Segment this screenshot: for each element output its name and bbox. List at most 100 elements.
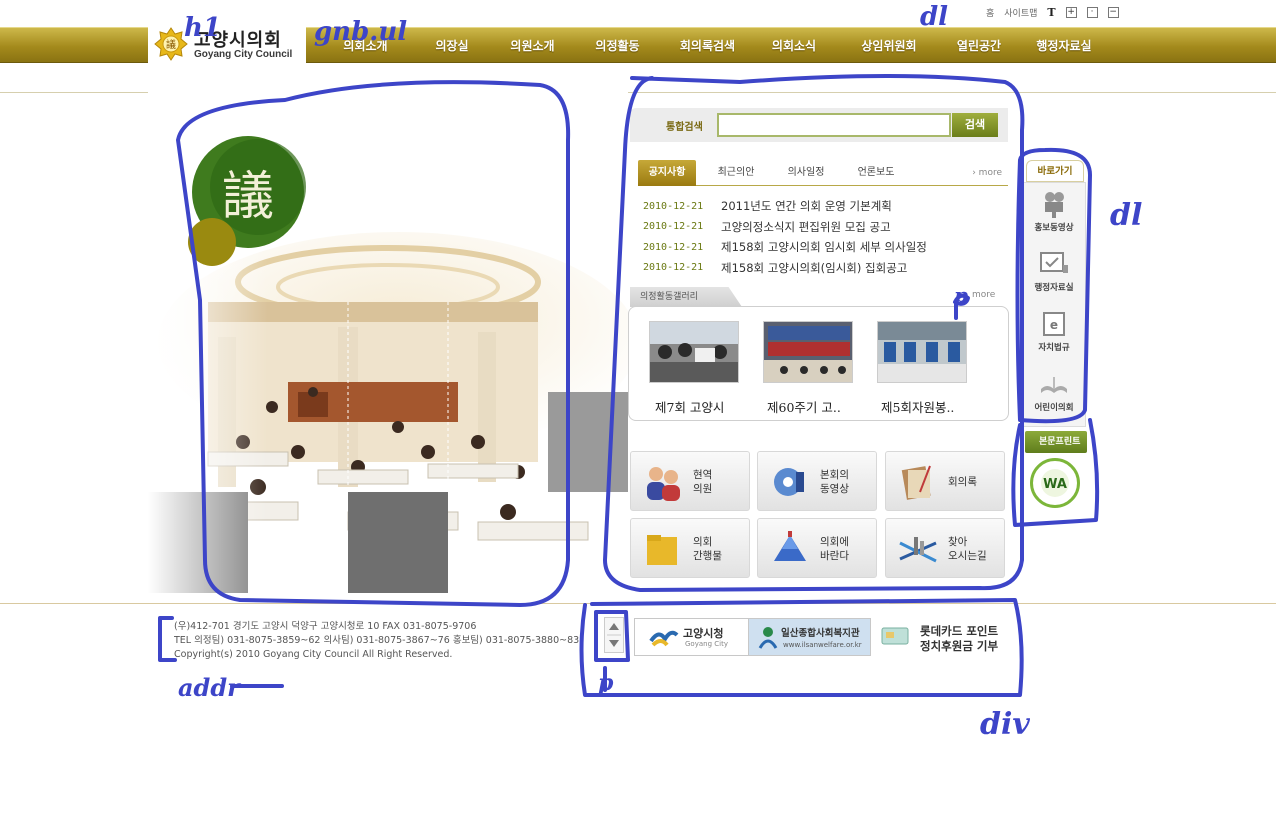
tab-bills[interactable]: 최근의안 <box>706 160 766 186</box>
logo[interactable]: 議 고양시의회 Goyang City Council <box>148 22 306 66</box>
notice-title[interactable]: 제158회 고양시의회 임시회 세부 의사일정 <box>721 239 927 255</box>
quick-button-label: 의회 간행물 <box>693 536 722 562</box>
list-item[interactable]: 2010-12-21 제158회 고양시의회 임시회 세부 의사일정 <box>643 237 1008 258</box>
side-item-kids-council[interactable]: 어린이의회 <box>1023 365 1085 425</box>
annotation-label: dl <box>1110 198 1142 233</box>
quick-button-video[interactable]: 본회의 동영상 <box>757 451 877 511</box>
list-item[interactable]: 2010-12-21 2011년도 연간 의회 운영 기본계획 <box>643 196 1008 217</box>
seal-icon: 議 <box>154 27 188 61</box>
notice-date: 2010-12-21 <box>643 200 704 212</box>
banner-scroll <box>604 617 624 653</box>
notice-title[interactable]: 제158회 고양시의회(임시회) 집회공고 <box>721 260 907 276</box>
quick-button-directions[interactable]: 찾아 오시는길 <box>885 518 1005 578</box>
home-link[interactable]: 홈 <box>986 6 994 19</box>
wa-text: WA <box>1043 477 1067 492</box>
side-menu: 홍보동영상 행정자료실 e 자치법규 어린이의회 <box>1022 182 1086 427</box>
gallery-thumb[interactable] <box>649 321 739 383</box>
banner-label: 고양시청 <box>683 627 724 640</box>
address-line: TEL 의정팀) 031-8075-3859~62 의사팀) 031-8075-… <box>174 635 580 646</box>
quick-button-minutes[interactable]: 회의록 <box>885 451 1005 511</box>
side-item-regulations[interactable]: e 자치법규 <box>1023 305 1085 365</box>
tab-notice[interactable]: 공지사항 <box>638 160 696 186</box>
camera-icon <box>1045 192 1064 218</box>
folder-icon <box>647 535 677 565</box>
gallery-thumb[interactable] <box>877 321 967 383</box>
arrow-up-icon[interactable] <box>609 623 619 630</box>
quick-button-label: 회의록 <box>948 476 977 488</box>
gnb-item[interactable]: 의원소개 <box>490 37 575 54</box>
tab-schedule[interactable]: 의사일정 <box>776 160 836 186</box>
banner-label: 롯데카드 포인트 정치후원금 기부 <box>920 624 999 653</box>
banner-ilsan-welfare[interactable]: 일산종합사회복지관 www.ilsanwelfare.or.kr <box>748 618 871 656</box>
logo-subtitle: Goyang City Council <box>194 49 293 60</box>
zoom-out-icon[interactable]: − <box>1107 7 1119 18</box>
zoom-reset-icon[interactable]: · <box>1086 7 1098 18</box>
quick-button-label: 의회에 바란다 <box>820 536 849 562</box>
gallery-caption[interactable]: 제5회자원봉.. <box>881 397 991 416</box>
zoom-in-icon[interactable]: + <box>1065 7 1077 18</box>
gallery-caption[interactable]: 제7회 고양시 <box>655 397 765 416</box>
gnb-item[interactable]: 열린공간 <box>939 37 1019 54</box>
annotation-label: p <box>954 283 968 307</box>
card-icon <box>881 627 909 645</box>
banner-sublabel: www.ilsanwelfare.or.kr <box>783 641 862 649</box>
map-icon <box>899 537 937 563</box>
list-item[interactable]: 2010-12-21 제158회 고양시의회(임시회) 집회공고 <box>643 258 1008 279</box>
gnb-menu: 의회소개 의장실 의원소개 의정활동 회의록검색 의회소식 상임위원회 열린공간… <box>320 27 1109 63</box>
gnb-item[interactable]: 의회소개 <box>323 37 408 54</box>
text-size-icon[interactable]: T <box>1047 6 1055 19</box>
quick-button-members[interactable]: 현역 의원 <box>630 451 750 511</box>
search-input[interactable] <box>717 113 951 137</box>
open-book-icon <box>1041 377 1067 393</box>
quick-button-label: 현역 의원 <box>693 469 713 495</box>
news-tabs: 공지사항 최근의안 의사일정 언론보도 › more <box>638 160 1008 186</box>
gallery-caption[interactable]: 제60주기 고.. <box>767 397 877 416</box>
utility-nav: 홈 사이트맵 T + · − <box>986 6 1119 19</box>
quick-button-publications[interactable]: 의회 간행물 <box>630 518 750 578</box>
list-item[interactable]: 2010-12-21 고양의정소식지 편집위원 모집 공고 <box>643 217 1008 238</box>
notice-title[interactable]: 고양의정소식지 편집위원 모집 공고 <box>721 219 891 235</box>
gnb-item[interactable]: 의장실 <box>416 37 488 54</box>
banner-lotte-card[interactable]: 롯데카드 포인트 정치후원금 기부 <box>880 624 998 653</box>
goyang-logo-icon <box>649 630 679 647</box>
banner-sublabel: Goyang City <box>685 640 728 648</box>
hanja-character: 議 <box>222 167 274 227</box>
tab-press[interactable]: 언론보도 <box>846 160 906 186</box>
copyright: Copyright(s) 2010 Goyang City Council Al… <box>174 649 453 660</box>
notice-date: 2010-12-21 <box>643 241 704 253</box>
gnb-item[interactable]: 상임위원회 <box>839 37 939 54</box>
gnb-item[interactable]: 의정활동 <box>575 37 660 54</box>
side-item-label: 자치법규 <box>1038 343 1070 353</box>
print-button[interactable]: 본문프린트 <box>1025 431 1087 453</box>
svg-text:議: 議 <box>166 38 176 51</box>
gnb-item[interactable]: 행정자료실 <box>1019 37 1109 54</box>
search-box: 통합검색 검색 <box>630 108 1008 142</box>
e-doc-icon: e <box>1043 312 1065 336</box>
side-item-promo-video[interactable]: 홍보동영상 <box>1023 185 1085 245</box>
people-icon <box>647 467 680 501</box>
book-icon <box>901 465 931 500</box>
monitor-check-icon <box>1040 252 1068 273</box>
banner-label: 일산종합사회복지관 <box>781 628 860 639</box>
arrow-down-icon[interactable] <box>609 640 619 647</box>
gnb-item[interactable]: 의회소식 <box>755 37 833 54</box>
tabs-more-link[interactable]: › more <box>972 168 1002 178</box>
search-label: 통합검색 <box>666 122 703 133</box>
notice-date: 2010-12-21 <box>643 262 704 274</box>
page: 홈 사이트맵 T + · − 議 고양시의회 Goyang City Counc… <box>0 0 1276 814</box>
sitemap-link[interactable]: 사이트맵 <box>1004 6 1037 19</box>
svg-text:e: e <box>1050 318 1058 332</box>
notice-title[interactable]: 2011년도 연간 의회 운영 기본계획 <box>721 198 892 214</box>
gnb-item[interactable]: 회의록검색 <box>660 37 755 54</box>
search-button[interactable]: 검색 <box>952 113 998 137</box>
main-visual: 議 <box>148 92 628 593</box>
banner-goyang-city[interactable]: 고양시청 Goyang City <box>634 618 749 656</box>
council-chamber-image: 議 <box>148 92 628 593</box>
side-item-admin-data[interactable]: 행정자료실 <box>1023 245 1085 305</box>
gallery-more-link[interactable]: more <box>972 290 995 300</box>
disc-icon <box>774 468 804 496</box>
annotation-label: p <box>598 670 614 696</box>
gallery-thumb[interactable] <box>763 321 853 383</box>
welfare-logo-icon <box>758 627 778 649</box>
quick-button-petition[interactable]: 의회에 바란다 <box>757 518 877 578</box>
